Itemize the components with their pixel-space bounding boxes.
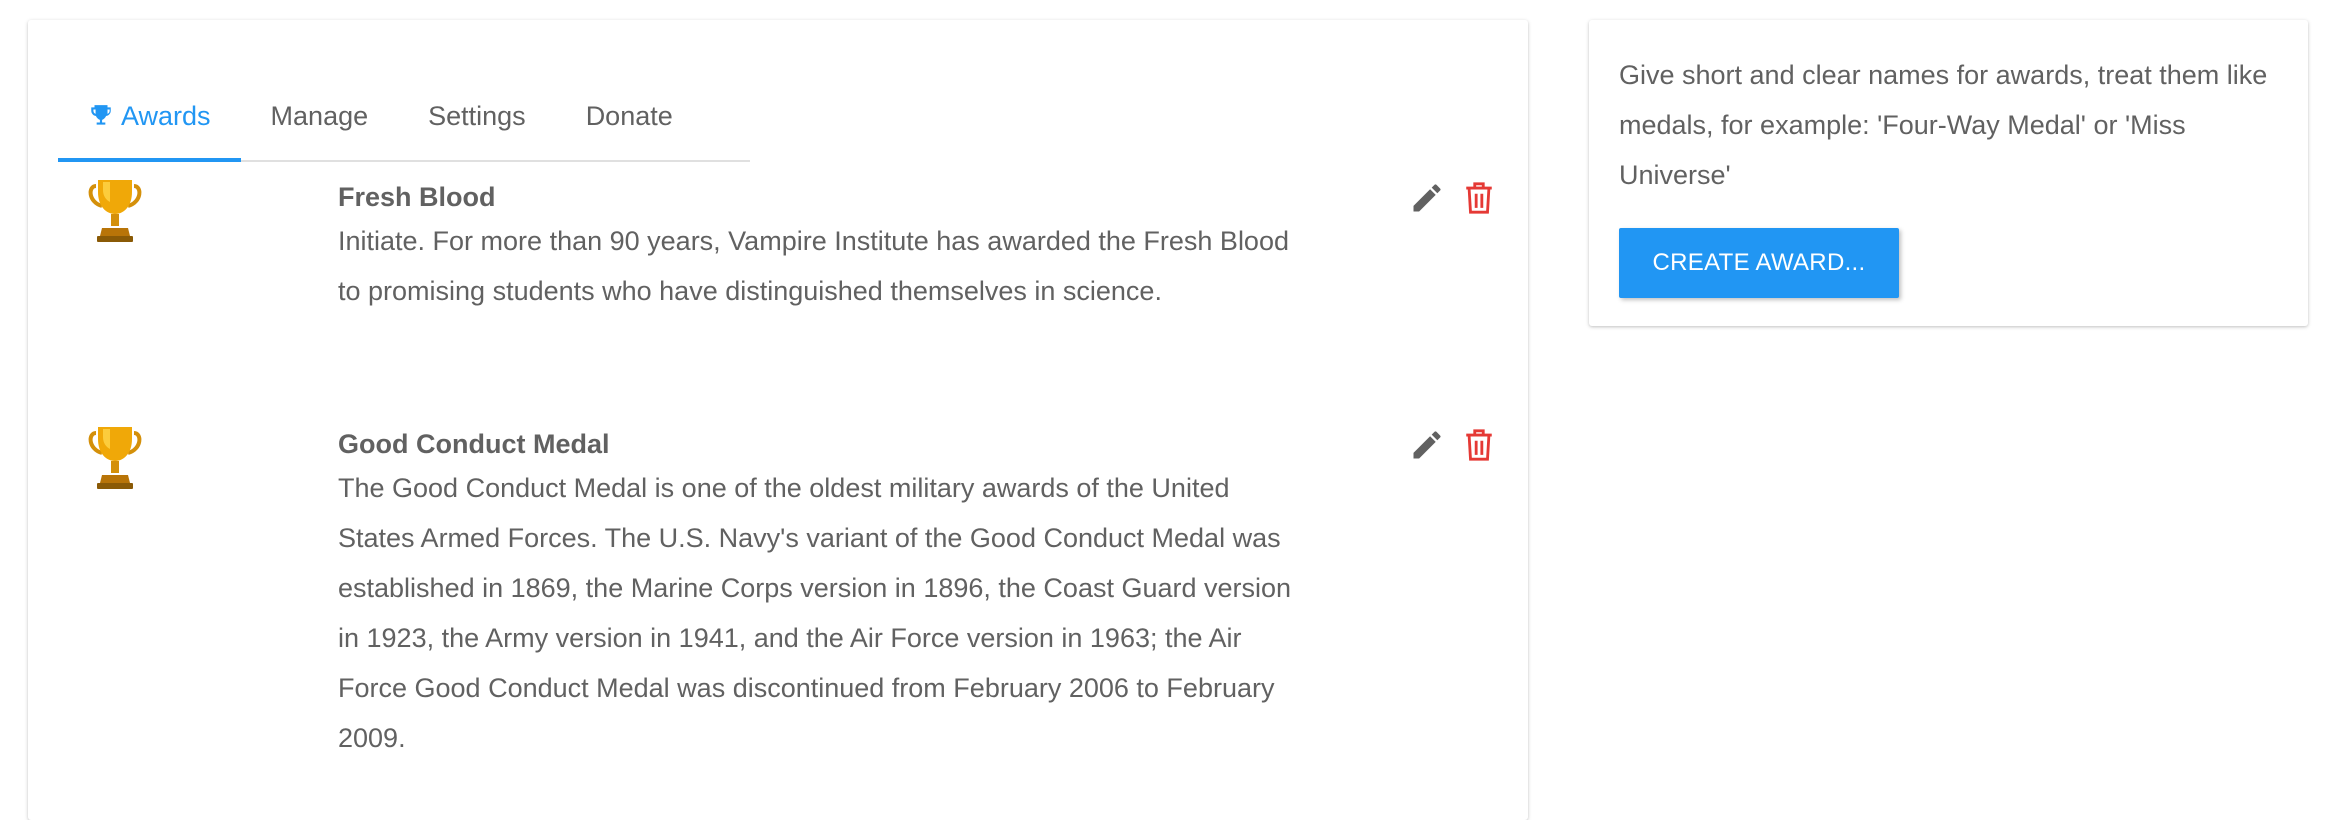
pencil-icon[interactable]	[1408, 178, 1446, 218]
awards-panel: Awards Manage Settings Donate Fresh Bloo…	[28, 20, 1528, 820]
award-actions	[1408, 178, 1498, 218]
trophy-icon	[88, 103, 114, 129]
award-content: Fresh Blood Initiate. For more than 90 y…	[338, 178, 1298, 316]
award-description: The Good Conduct Medal is one of the old…	[338, 473, 1292, 753]
tab-awards[interactable]: Awards	[58, 72, 241, 162]
award-title: Good Conduct Medal	[338, 429, 610, 459]
tab-settings-label: Settings	[428, 100, 526, 131]
trash-icon[interactable]	[1460, 178, 1498, 218]
award-description: Initiate. For more than 90 years, Vampir…	[338, 226, 1289, 306]
award-content: Good Conduct Medal The Good Conduct Meda…	[338, 425, 1298, 763]
tab-awards-label: Awards	[121, 100, 211, 131]
tab-donate-label: Donate	[585, 100, 673, 131]
trophy-icon	[88, 178, 142, 244]
tab-donate[interactable]: Donate	[556, 72, 703, 160]
tab-manage[interactable]: Manage	[241, 72, 399, 160]
tab-bar: Awards Manage Settings Donate	[58, 72, 750, 162]
create-award-button[interactable]: CREATE AWARD...	[1619, 228, 1899, 298]
help-text: Give short and clear names for awards, t…	[1619, 60, 2268, 190]
tab-settings[interactable]: Settings	[398, 72, 556, 160]
trash-icon[interactable]	[1460, 425, 1498, 465]
pencil-icon[interactable]	[1408, 425, 1446, 465]
tab-manage-label: Manage	[270, 100, 369, 131]
award-title: Fresh Blood	[338, 182, 496, 212]
award-actions	[1408, 425, 1498, 465]
help-panel: Give short and clear names for awards, t…	[1589, 20, 2308, 326]
trophy-icon	[88, 425, 142, 491]
